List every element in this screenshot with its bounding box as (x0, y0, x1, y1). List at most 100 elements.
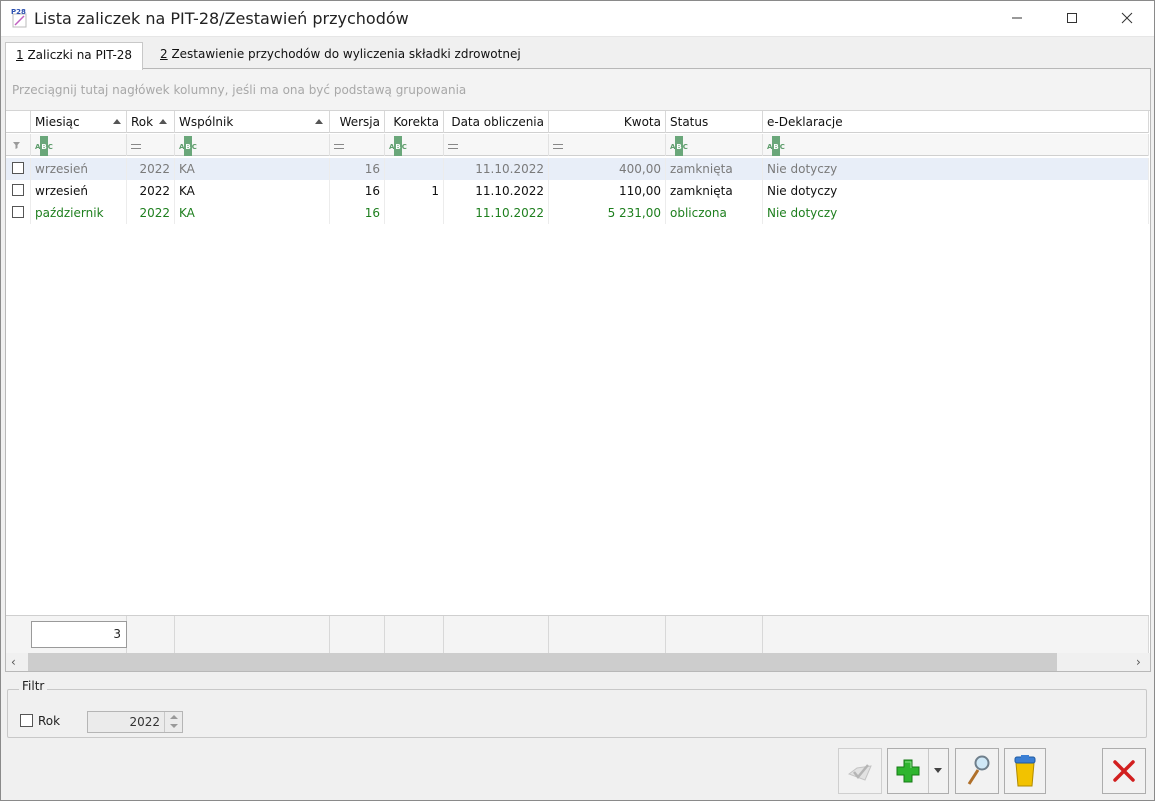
filter-legend: Filtr (19, 679, 48, 693)
header-miesiac[interactable]: Miesiąc (31, 111, 127, 133)
grid-empty-area[interactable] (6, 224, 1149, 656)
cell-kwota: 110,00 (549, 180, 666, 202)
trash-bin-icon (1014, 755, 1036, 787)
window-title: Lista zaliczek na PIT-28/Zestawień przyc… (34, 9, 409, 28)
cell-data-obliczenia: 11.10.2022 (444, 158, 549, 180)
filter-wersja[interactable] (330, 134, 385, 156)
header-wspolnik[interactable]: Wspólnik (175, 111, 330, 133)
close-window-button[interactable] (1104, 1, 1150, 35)
tab-bar: 1 Zaliczki na PIT-28 2 Zestawienie przyc… (5, 42, 1151, 70)
cell-kwota: 400,00 (549, 158, 666, 180)
header-wersja[interactable]: Wersja (330, 111, 385, 133)
filter-e-deklaracje[interactable]: ABC (763, 134, 1149, 156)
header-data-obliczenia[interactable]: Data obliczenia (444, 111, 549, 133)
header-e-deklaracje[interactable]: e-Deklaracje (763, 111, 1149, 133)
rok-filter-label: Rok (38, 714, 61, 728)
scroll-left-icon[interactable]: ‹ (11, 655, 16, 669)
pit28-app-icon: P28 (11, 8, 27, 28)
grid-panel: Przeciągnij tutaj nagłówek kolumny, jeśl… (5, 68, 1151, 672)
cell-data-obliczenia: 11.10.2022 (444, 202, 549, 224)
filter-rok[interactable] (127, 134, 175, 156)
tab-zestawienie-przychodow[interactable]: 2 Zestawienie przychodów do wyliczenia s… (150, 42, 531, 69)
cell-status: obliczona (666, 202, 763, 224)
spinner-down-icon[interactable] (170, 724, 178, 728)
cell-e-deklaracje: Nie dotyczy (763, 158, 1149, 180)
equals-filter-icon (448, 144, 458, 149)
table-row[interactable]: wrzesień 2022 KA 16 1 11.10.2022 110,00 … (6, 180, 1149, 202)
minimize-icon (1012, 17, 1022, 19)
sort-asc-icon (159, 119, 167, 124)
maximize-icon (1067, 13, 1077, 23)
table-row[interactable]: wrzesień 2022 KA 16 11.10.2022 400,00 za… (6, 158, 1149, 180)
spinner-arrows[interactable] (164, 712, 182, 732)
group-hint-text: Przeciągnij tutaj nagłówek kolumny, jeśl… (12, 83, 467, 97)
text-filter-icon: ABC (670, 136, 688, 156)
filter-status[interactable]: ABC (666, 134, 763, 156)
header-status[interactable]: Status (666, 111, 763, 133)
sort-asc-icon (315, 119, 323, 124)
cell-wersja: 16 (330, 180, 385, 202)
grid-filter-row: ABC ABC ABC ABC ABC (6, 134, 1149, 156)
cell-data-obliczenia: 11.10.2022 (444, 180, 549, 202)
cell-rok: 2022 (127, 180, 175, 202)
group-by-area[interactable]: Przeciągnij tutaj nagłówek kolumny, jeśl… (6, 69, 1150, 111)
header-rok[interactable]: Rok (127, 111, 175, 133)
cell-miesiac: wrzesień (31, 158, 127, 180)
delete-button[interactable] (1004, 748, 1046, 794)
cell-wspolnik: KA (175, 202, 330, 224)
header-kwota[interactable]: Kwota (549, 111, 666, 133)
approve-button[interactable] (838, 748, 882, 794)
spinner-up-icon[interactable] (170, 715, 178, 719)
cell-status: zamknięta (666, 158, 763, 180)
cell-rok: 2022 (127, 158, 175, 180)
cell-e-deklaracje: Nie dotyczy (763, 180, 1149, 202)
scrollbar-thumb[interactable] (28, 653, 1057, 671)
cell-wspolnik: KA (175, 180, 330, 202)
row-checkbox[interactable] (12, 206, 24, 218)
cell-status: zamknięta (666, 180, 763, 202)
equals-filter-icon (334, 144, 344, 149)
text-filter-icon: ABC (389, 136, 407, 156)
text-filter-icon: ABC (767, 136, 785, 156)
rok-filter-checkbox[interactable] (20, 714, 33, 727)
row-checkbox[interactable] (12, 184, 24, 196)
filter-wspolnik[interactable]: ABC (175, 134, 330, 156)
scroll-right-icon[interactable]: › (1136, 655, 1141, 669)
add-button[interactable] (887, 748, 949, 794)
text-filter-icon: ABC (35, 136, 53, 156)
sort-asc-icon (113, 119, 121, 124)
cell-e-deklaracje: Nie dotyczy (763, 202, 1149, 224)
filter-funnel-icon (13, 142, 20, 149)
cell-korekta (385, 158, 444, 180)
preview-button[interactable] (955, 748, 999, 794)
cell-wspolnik: KA (175, 158, 330, 180)
maximize-button[interactable] (1049, 1, 1095, 35)
close-button[interactable] (1102, 748, 1146, 794)
title-bar: P28 Lista zaliczek na PIT-28/Zestawień p… (1, 1, 1154, 37)
filter-miesiac[interactable]: ABC (31, 134, 127, 156)
magnifier-icon (967, 755, 990, 785)
filter-kwota[interactable] (549, 134, 666, 156)
cell-kwota: 5 231,00 (549, 202, 666, 224)
svg-text:P28: P28 (11, 8, 26, 16)
header-korekta[interactable]: Korekta (385, 111, 444, 133)
grid-summary-footer: 3 (6, 615, 1149, 654)
row-checkbox[interactable] (12, 162, 24, 174)
filter-korekta[interactable]: ABC (385, 134, 444, 156)
filter-row-icon-cell[interactable] (6, 134, 31, 156)
dropdown-arrow-icon[interactable] (934, 768, 942, 774)
red-x-icon (1113, 760, 1135, 782)
cell-wersja: 16 (330, 202, 385, 224)
main-window: P28 Lista zaliczek na PIT-28/Zestawień p… (0, 0, 1155, 801)
text-filter-icon: ABC (179, 136, 197, 156)
cell-korekta (385, 202, 444, 224)
horizontal-scrollbar[interactable]: ‹ › (6, 653, 1150, 671)
filter-data-obliczenia[interactable] (444, 134, 549, 156)
tab-zaliczki-pit28[interactable]: 1 Zaliczki na PIT-28 (5, 42, 144, 70)
cell-rok: 2022 (127, 202, 175, 224)
cell-miesiac: październik (31, 202, 127, 224)
minimize-button[interactable] (994, 1, 1040, 35)
equals-filter-icon (553, 144, 563, 149)
table-row[interactable]: październik 2022 KA 16 11.10.2022 5 231,… (6, 202, 1149, 224)
rok-year-spinner[interactable]: 2022 (87, 711, 183, 733)
